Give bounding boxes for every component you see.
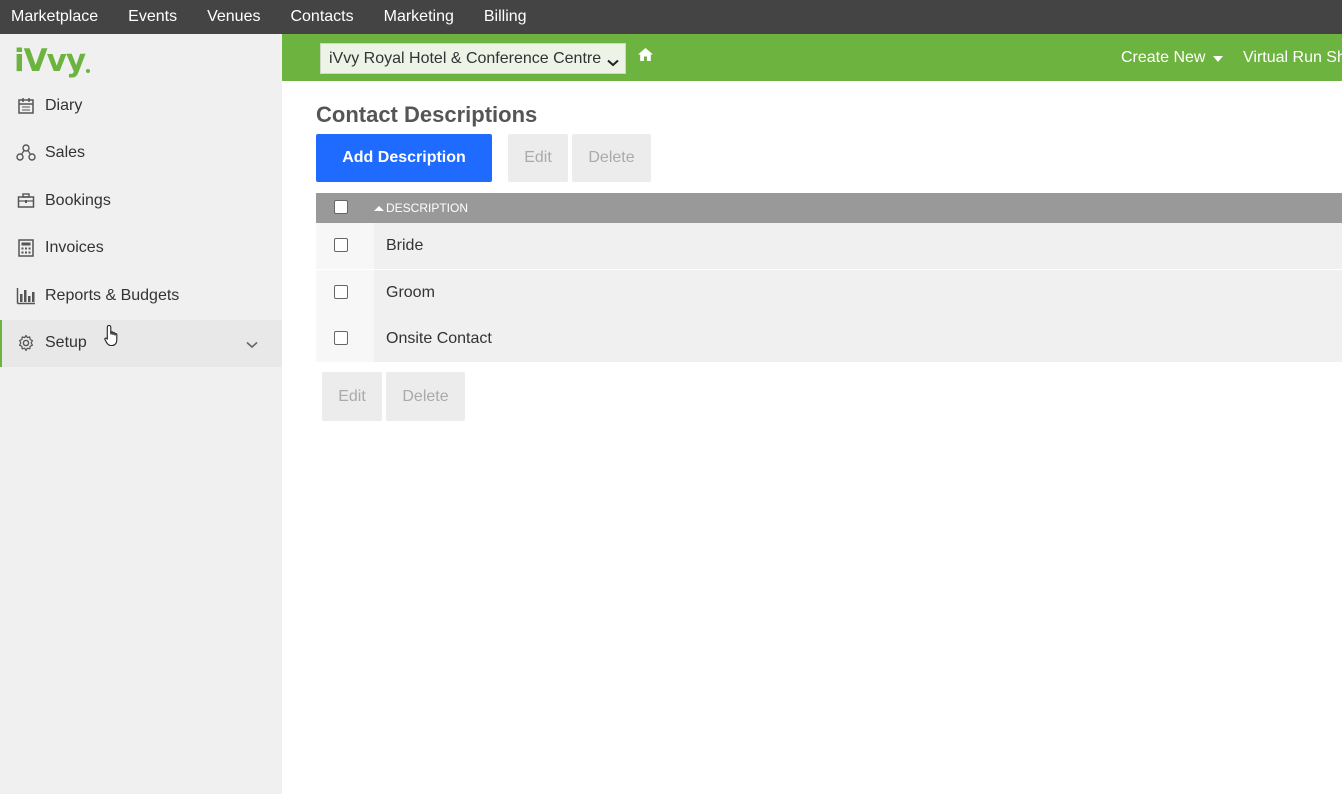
- row-checkbox-cell: [316, 270, 374, 316]
- page-title: Contact Descriptions: [316, 102, 538, 127]
- briefcase-icon: [16, 191, 36, 211]
- row-checkbox-cell: [316, 316, 374, 362]
- sidebar-item-label: Invoices: [45, 239, 104, 257]
- sort-ascending-icon: [374, 205, 384, 211]
- sidebar: iVvy Diary Sales Bookings Invoices Repor…: [0, 34, 282, 794]
- nav-marketing[interactable]: Marketing: [369, 0, 469, 34]
- logo-dot: [86, 69, 91, 73]
- nav-billing[interactable]: Billing: [469, 0, 542, 34]
- sidebar-item-bookings[interactable]: Bookings: [0, 177, 282, 225]
- sales-icon: [16, 143, 36, 163]
- description-cell: Groom: [374, 270, 1342, 316]
- row-checkbox-cell: [316, 223, 374, 269]
- table-row[interactable]: Groom: [316, 270, 1342, 316]
- venue-select[interactable]: iVvy Royal Hotel & Conference Centre: [320, 43, 626, 74]
- nav-contacts[interactable]: Contacts: [275, 0, 368, 34]
- row-checkbox[interactable]: [334, 331, 348, 345]
- sidebar-item-sales[interactable]: Sales: [0, 130, 282, 178]
- table-row[interactable]: Onsite Contact: [316, 316, 1342, 362]
- venue-select-value: iVvy Royal Hotel & Conference Centre: [329, 49, 602, 67]
- home-icon[interactable]: [637, 47, 654, 67]
- sidebar-item-label: Sales: [45, 144, 86, 162]
- table-row[interactable]: Bride: [316, 223, 1342, 269]
- description-cell: Bride: [374, 223, 1342, 269]
- logo-text: iVvy: [14, 43, 86, 79]
- sidebar-item-invoices[interactable]: Invoices: [0, 225, 282, 273]
- gear-icon: [16, 333, 36, 353]
- select-all-checkbox[interactable]: [334, 200, 348, 214]
- logo[interactable]: iVvy: [14, 42, 91, 79]
- calendar-icon: [16, 96, 36, 116]
- sidebar-item-diary[interactable]: Diary: [0, 82, 282, 130]
- delete-button-bottom[interactable]: Delete: [386, 372, 465, 421]
- side-menu: Diary Sales Bookings Invoices Reports & …: [0, 82, 282, 367]
- sidebar-item-label: Bookings: [45, 191, 111, 209]
- sidebar-item-label: Reports & Budgets: [45, 286, 180, 304]
- top-nav: Marketplace Events Venues Contacts Marke…: [0, 0, 1342, 34]
- edit-button-bottom[interactable]: Edit: [322, 372, 382, 421]
- description-column-header[interactable]: DESCRIPTION: [374, 193, 468, 223]
- row-checkbox[interactable]: [334, 238, 348, 252]
- sidebar-item-label: Setup: [45, 334, 87, 352]
- bar-chart-icon: [16, 286, 36, 306]
- create-new-label: Create New: [1121, 48, 1206, 66]
- sidebar-item-reports-budgets[interactable]: Reports & Budgets: [0, 272, 282, 320]
- column-label: DESCRIPTION: [386, 201, 469, 215]
- calculator-icon: [16, 238, 36, 258]
- nav-marketplace[interactable]: Marketplace: [0, 0, 113, 34]
- sidebar-item-label: Diary: [45, 96, 83, 114]
- description-cell: Onsite Contact: [374, 316, 1342, 362]
- virtual-run-sheet-link[interactable]: Virtual Run Sheet: [1243, 34, 1342, 81]
- sidebar-item-setup[interactable]: Setup: [0, 319, 282, 367]
- caret-down-icon: [1213, 49, 1224, 67]
- chevron-down-icon: [607, 54, 619, 72]
- row-checkbox[interactable]: [334, 285, 348, 299]
- virtual-run-sheet-label: Virtual Run Sheet: [1243, 48, 1342, 66]
- chevron-down-icon[interactable]: [246, 336, 258, 354]
- add-description-button[interactable]: Add Description: [316, 134, 492, 182]
- hand-cursor-icon: [104, 324, 122, 353]
- delete-button-top[interactable]: Delete: [572, 134, 651, 182]
- nav-events[interactable]: Events: [113, 0, 192, 34]
- create-new-dropdown[interactable]: Create New: [1121, 34, 1224, 81]
- venue-header-bar: iVvy Royal Hotel & Conference Centre Cre…: [282, 34, 1342, 81]
- nav-venues[interactable]: Venues: [192, 0, 275, 34]
- edit-button-top[interactable]: Edit: [508, 134, 568, 182]
- grid-header: DESCRIPTION: [316, 193, 1342, 223]
